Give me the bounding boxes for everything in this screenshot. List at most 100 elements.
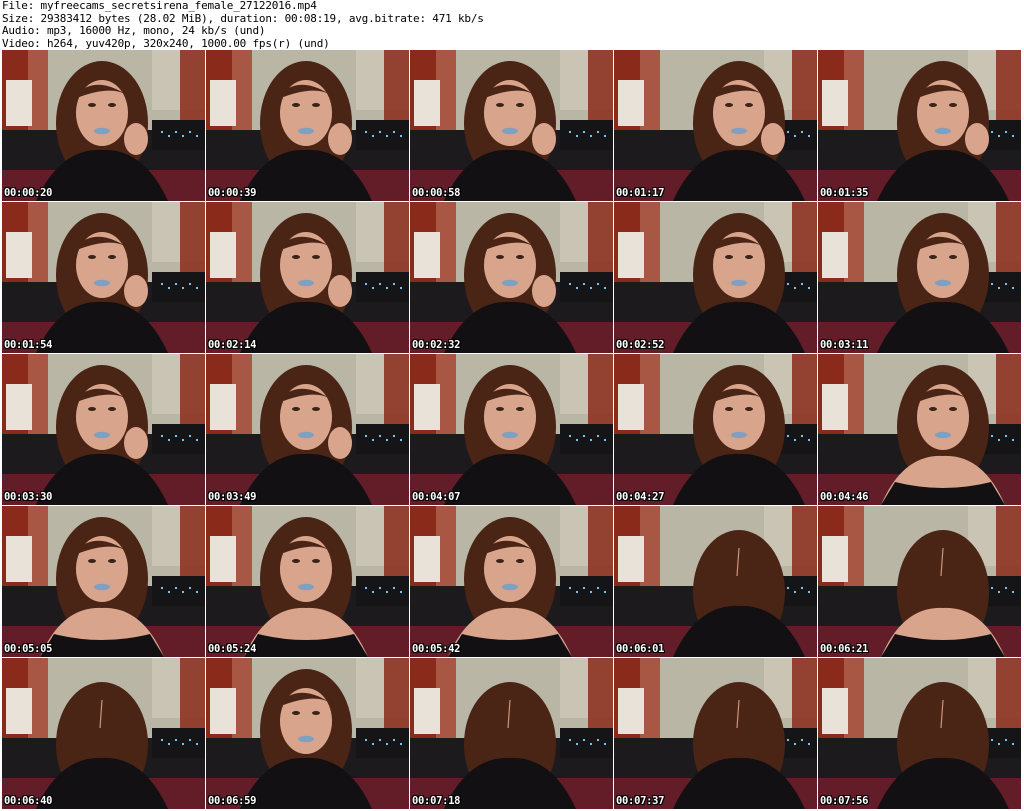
video-thumbnail[interactable]: 00:02:52 (614, 202, 817, 353)
video-thumbnail[interactable]: 00:02:14 (206, 202, 409, 353)
thumbnail-scene (614, 50, 817, 201)
light-dot (1011, 590, 1015, 594)
video-thumbnail[interactable]: 00:04:07 (410, 354, 613, 505)
hanging-cloth (414, 536, 440, 582)
hanging-cloth (822, 80, 848, 126)
thumbnail-scene (818, 658, 1021, 809)
light-dot (596, 586, 600, 590)
video-thumbnail[interactable]: 00:06:01 (614, 506, 817, 657)
video-thumbnail[interactable]: 00:05:42 (410, 506, 613, 657)
light-dot (160, 586, 164, 590)
light-dot (385, 134, 389, 138)
video-thumbnail[interactable]: 00:07:37 (614, 658, 817, 809)
light-dot (195, 134, 199, 138)
light-dot (603, 590, 607, 594)
curtain-right (792, 354, 817, 434)
blue-lips (94, 583, 110, 591)
light-dot (1011, 742, 1015, 746)
light-dot (371, 134, 375, 138)
thumbnail-scene (410, 354, 613, 505)
video-thumbnail[interactable]: 00:03:49 (206, 354, 409, 505)
light-dot (793, 286, 797, 290)
light-dot (371, 438, 375, 442)
timestamp-label: 00:00:39 (208, 187, 257, 199)
light-dot (990, 586, 994, 590)
video-thumbnail[interactable]: 00:00:20 (2, 50, 205, 201)
video-thumbnail[interactable]: 00:02:32 (410, 202, 613, 353)
left-eye (292, 711, 300, 715)
video-thumbnail[interactable]: 00:00:58 (410, 50, 613, 201)
light-dot (800, 282, 804, 286)
hand (328, 123, 352, 155)
light-dot (399, 742, 403, 746)
light-dot (1011, 286, 1015, 290)
video-thumbnail[interactable]: 00:03:11 (818, 202, 1021, 353)
timestamp-label: 00:00:58 (412, 187, 461, 199)
curtain-right (792, 50, 817, 130)
thumbnail-scene (818, 354, 1021, 505)
curtain-right (792, 658, 817, 738)
video-thumbnail[interactable]: 00:07:56 (818, 658, 1021, 809)
light-dot (800, 738, 804, 742)
light-dot (807, 286, 811, 290)
right-eye (108, 407, 116, 411)
video-thumbnail[interactable]: 00:05:05 (2, 506, 205, 657)
video-thumbnail[interactable]: 00:01:17 (614, 50, 817, 201)
curtain-right (384, 202, 409, 282)
light-dot (174, 434, 178, 438)
curtain-right (384, 50, 409, 130)
light-dot (786, 282, 790, 286)
curtain-right (180, 658, 205, 738)
curtain-right (996, 506, 1021, 586)
video-thumbnail[interactable]: 00:06:59 (206, 658, 409, 809)
timestamp-label: 00:06:59 (208, 795, 257, 807)
light-dot (195, 286, 199, 290)
light-dot (990, 738, 994, 742)
light-dot (807, 438, 811, 442)
hanging-cloth (414, 80, 440, 126)
light-dot (378, 282, 382, 286)
video-thumbnail[interactable]: 00:06:40 (2, 658, 205, 809)
light-dot (392, 130, 396, 134)
timestamp-label: 00:07:37 (616, 795, 665, 807)
video-thumbnail[interactable]: 00:01:35 (818, 50, 1021, 201)
video-thumbnail[interactable]: 00:04:27 (614, 354, 817, 505)
light-dot (1011, 134, 1015, 138)
light-dot (181, 134, 185, 138)
video-thumbnail[interactable]: 00:00:39 (206, 50, 409, 201)
video-thumbnail[interactable]: 00:04:46 (818, 354, 1021, 505)
timestamp-label: 00:07:18 (412, 795, 461, 807)
video-thumbnail[interactable]: 00:07:18 (410, 658, 613, 809)
left-eye (929, 407, 937, 411)
timestamp-label: 00:04:07 (412, 491, 461, 503)
right-eye (949, 103, 957, 107)
light-dot (399, 590, 403, 594)
light-dot (399, 438, 403, 442)
hanging-cloth (414, 688, 440, 734)
timestamp-label: 00:02:32 (412, 339, 461, 351)
right-eye (516, 255, 524, 259)
video-thumbnail[interactable]: 00:06:21 (818, 506, 1021, 657)
hand (328, 275, 352, 307)
light-dot (385, 742, 389, 746)
left-eye (725, 255, 733, 259)
light-dot (181, 286, 185, 290)
light-dot (575, 134, 579, 138)
light-dot (364, 434, 368, 438)
blue-lips (731, 279, 747, 287)
light-dot (568, 434, 572, 438)
light-dot (990, 130, 994, 134)
curtain-right (996, 202, 1021, 282)
video-thumbnail[interactable]: 00:03:30 (2, 354, 205, 505)
timestamp-label: 00:03:49 (208, 491, 257, 503)
light-dot (793, 438, 797, 442)
file-info-header: File: myfreecams_secretsirena_female_271… (2, 0, 1022, 50)
blue-lips (502, 279, 518, 287)
light-dot (589, 286, 593, 290)
hanging-cloth (618, 688, 644, 734)
file-name-line: File: myfreecams_secretsirena_female_271… (2, 0, 317, 12)
video-thumbnail[interactable]: 00:01:54 (2, 202, 205, 353)
video-thumbnail[interactable]: 00:05:24 (206, 506, 409, 657)
hanging-cloth (6, 80, 32, 126)
right-eye (745, 103, 753, 107)
